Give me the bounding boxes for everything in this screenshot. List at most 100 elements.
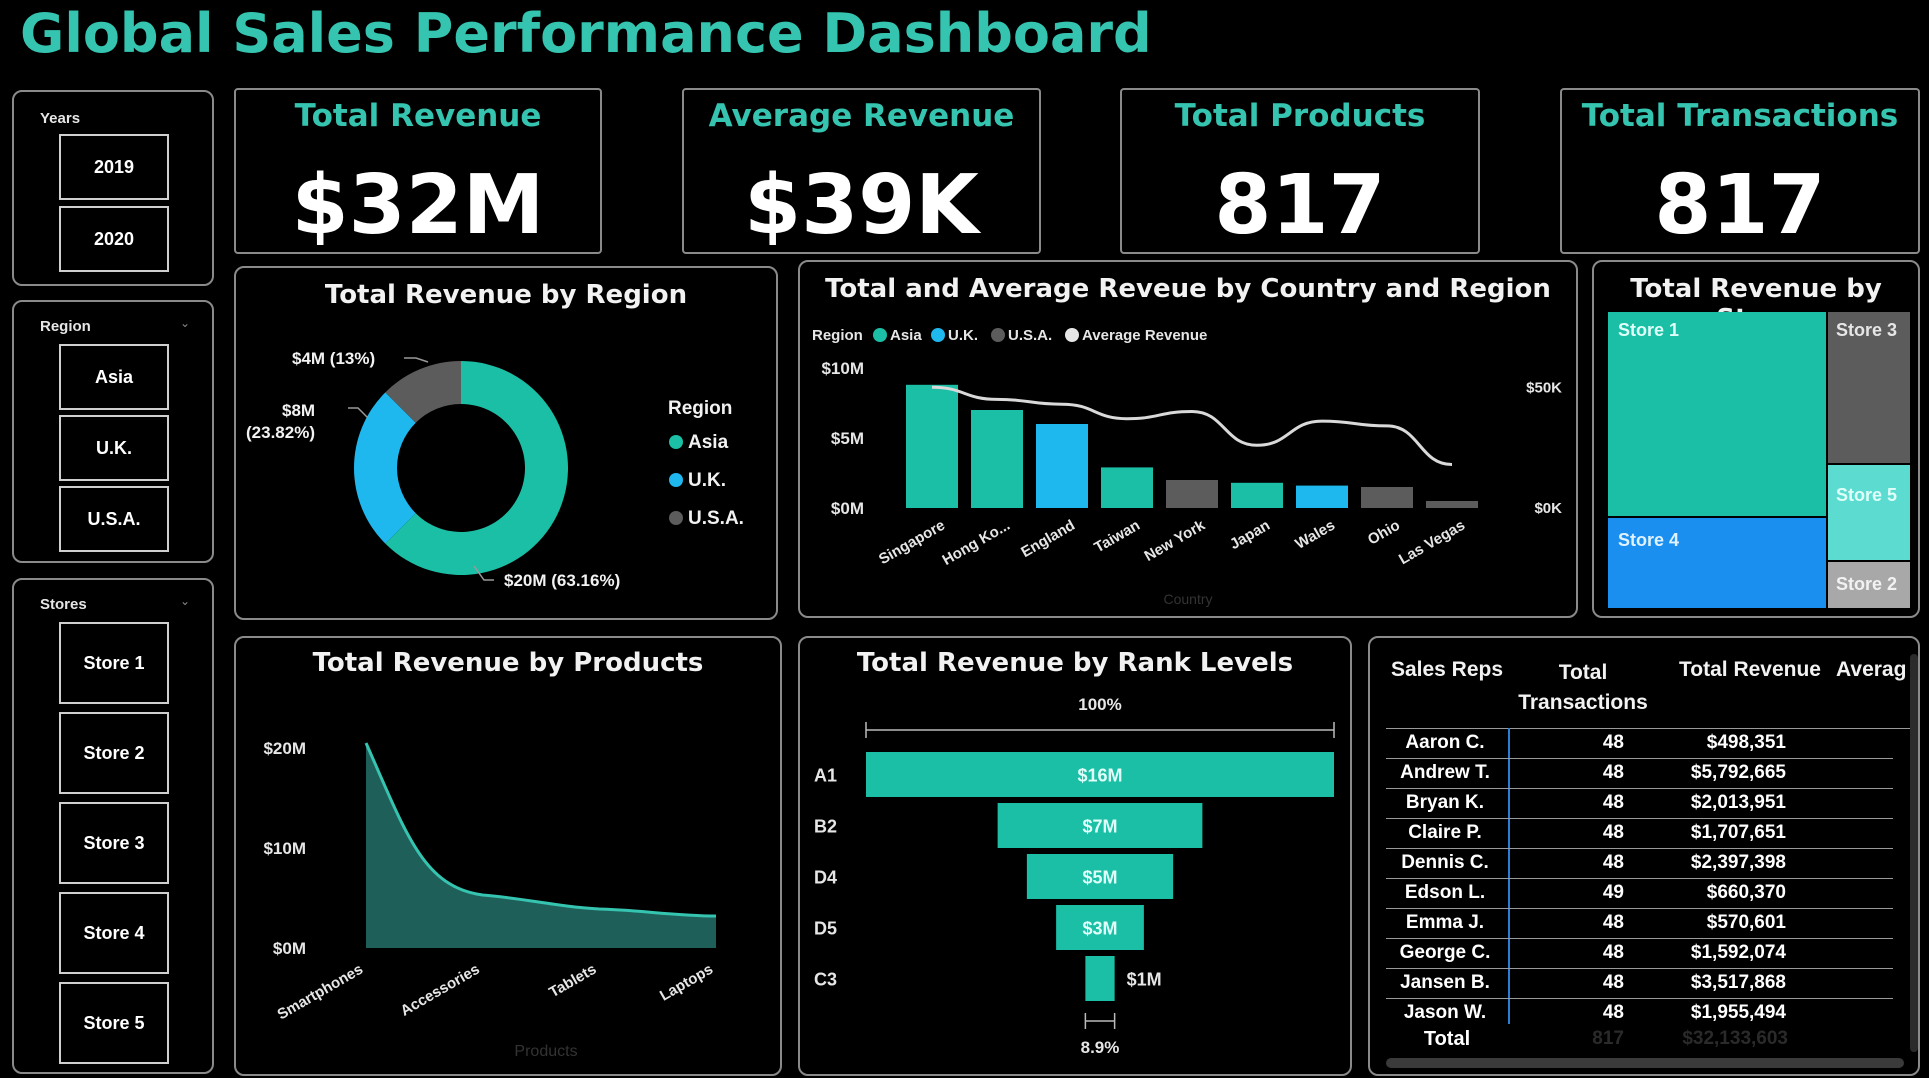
legend-marker [931,328,945,342]
data-label: $5M [1082,868,1117,888]
rep-transactions: 48 [1602,792,1624,813]
legend-label: Asia [890,327,922,344]
bar-wales [1296,485,1348,508]
region-asia-button[interactable]: Asia [59,344,169,410]
legend-label: U.S.A. [1008,327,1052,344]
category-label: D5 [814,919,837,939]
x-tick-label: Taiwan [1091,517,1143,557]
table-row[interactable]: Andrew T. 48 $5,792,665 [1386,758,1893,789]
bar-england [1036,424,1088,508]
chevron-down-icon[interactable]: ⌄ [180,316,190,330]
rep-revenue: $1,955,494 [1690,1002,1786,1023]
kpi-value: 817 [1654,158,1826,253]
table-row[interactable]: Dennis C. 48 $2,397,398 [1386,848,1893,879]
bar-japan [1231,482,1283,508]
table-row[interactable]: Bryan K. 48 $2,013,951 [1386,788,1893,819]
y-tick-label: $20M [263,739,306,758]
year-2020-button[interactable]: 2020 [59,206,169,272]
x-tick-label: New York [1141,516,1208,565]
rep-revenue: $5,792,665 [1690,762,1786,783]
store-3-button[interactable]: Store 3 [59,802,169,884]
legend-label: Average Revenue [1082,327,1207,344]
table-row[interactable]: George C. 48 $1,592,074 [1386,938,1893,969]
rep-name: Bryan K. [1405,792,1485,813]
table-row[interactable]: Emma J. 48 $570,601 [1386,908,1893,939]
x-axis-label: Country [1163,591,1212,607]
treemap-store-3[interactable]: Store 3 [1828,312,1910,463]
treemap-store-1[interactable]: Store 1 [1608,312,1826,516]
rep-revenue: $2,013,951 [1690,792,1786,813]
store-4-button[interactable]: Store 4 [59,892,169,974]
legend-marker [1065,328,1079,342]
top-percent-label: 100% [1078,695,1121,714]
vertical-scrollbar[interactable] [1910,654,1918,1052]
region-slicer-title: Region [40,318,91,335]
data-label: $3M [1082,919,1117,939]
legend-label: Asia [688,432,729,453]
col-header-total-transactions[interactable]: Total Transactions [1518,658,1648,718]
rank-funnel-panel: Total Revenue by Rank Levels 100% A1 $16M B… [798,636,1352,1076]
data-label: $8M [282,401,315,420]
products-area-chart: $0M $10M $20M Smartphones Accessories Tablets… [263,739,717,1060]
store-5-button[interactable]: Store 5 [59,982,169,1064]
col-header-total-revenue[interactable]: Total Revenue [1670,658,1830,682]
rep-transactions: 48 [1602,1002,1624,1023]
table-row[interactable]: Edson L. 49 $660,370 [1386,878,1893,909]
total-revenue: $32,133,603 [1682,1028,1788,1049]
treemap-store-2[interactable]: Store 2 [1828,562,1910,608]
col-header-sales-reps[interactable]: Sales Reps [1386,658,1508,682]
kpi-total-revenue: Total Revenue $32M [234,88,602,254]
y-tick-label: $0M [273,939,306,958]
rep-name: Jason W. [1403,1002,1487,1023]
data-label: $20M (63.16%) [504,571,620,590]
x-tick-label: Singapore [876,517,948,568]
treemap-label: Store 3 [1836,320,1898,340]
x-tick-label: Smartphones [274,961,366,1024]
kpi-value: $39K [744,158,979,253]
rep-transactions: 48 [1602,912,1624,933]
table-row[interactable]: Claire P. 48 $1,707,651 [1386,818,1893,849]
bar-hongko [971,410,1023,508]
legend-title: Region [668,398,732,419]
kpi-average-revenue: Average Revenue $39K [682,88,1041,254]
rep-transactions: 48 [1602,972,1624,993]
chevron-down-icon[interactable]: ⌄ [180,594,190,608]
col-header-average[interactable]: Averag [1836,658,1916,682]
year-2019-button[interactable]: 2019 [59,134,169,200]
data-label: $16M [1077,766,1122,786]
treemap-label: Store 1 [1618,320,1680,340]
store-2-button[interactable]: Store 2 [59,712,169,794]
table-body: Aaron C. 48 $498,351 Andrew T. 48 $5,792,665 B… [1386,728,1918,1038]
legend-title: Region [812,327,863,344]
store-1-button[interactable]: Store 1 [59,622,169,704]
stores-slicer: Stores ⌄ Store 1 Store 2 Store 3 Store 4… [12,578,214,1074]
products-area-panel: Total Revenue by Products $0M $10M $20M Sma… [234,636,782,1076]
legend-marker [669,473,683,487]
kpi-label: Average Revenue [708,98,1015,134]
legend-marker [991,328,1005,342]
rep-transactions: 48 [1602,762,1624,783]
kpi-label: Total Transactions [1581,98,1899,134]
x-tick-label: Ohio [1365,517,1403,549]
treemap-label: Store 5 [1836,485,1898,505]
table-row[interactable]: Aaron C. 48 $498,351 [1386,728,1893,759]
treemap-store-5[interactable]: Store 5 [1828,465,1910,560]
table-row[interactable]: Jansen B. 48 $3,517,868 [1386,968,1893,999]
horizontal-scrollbar[interactable] [1386,1058,1904,1068]
sales-reps-table-panel: Sales Reps Total Transactions Total Reve… [1368,636,1920,1076]
region-uk-button[interactable]: U.K. [59,415,169,481]
treemap-label: Store 2 [1836,574,1898,594]
leader-line [404,357,429,363]
x-tick-label: Tablets [546,961,599,1001]
rep-revenue: $1,592,074 [1690,942,1786,963]
rep-revenue: $570,601 [1706,912,1786,933]
data-label: $4M (13%) [292,349,375,368]
treemap-store-4[interactable]: Store 4 [1608,518,1826,608]
bar-newyork [1166,480,1218,508]
bottom-percent-label: 8.9% [1081,1038,1120,1057]
country-bar-chart: Region Asia U.K. U.S.A. Average Revenue $0M $5… [812,327,1562,607]
y-tick-label: $10M [263,839,306,858]
category-label: B2 [814,817,837,837]
region-usa-button[interactable]: U.S.A. [59,486,169,552]
bar-lasvegas [1426,501,1478,508]
